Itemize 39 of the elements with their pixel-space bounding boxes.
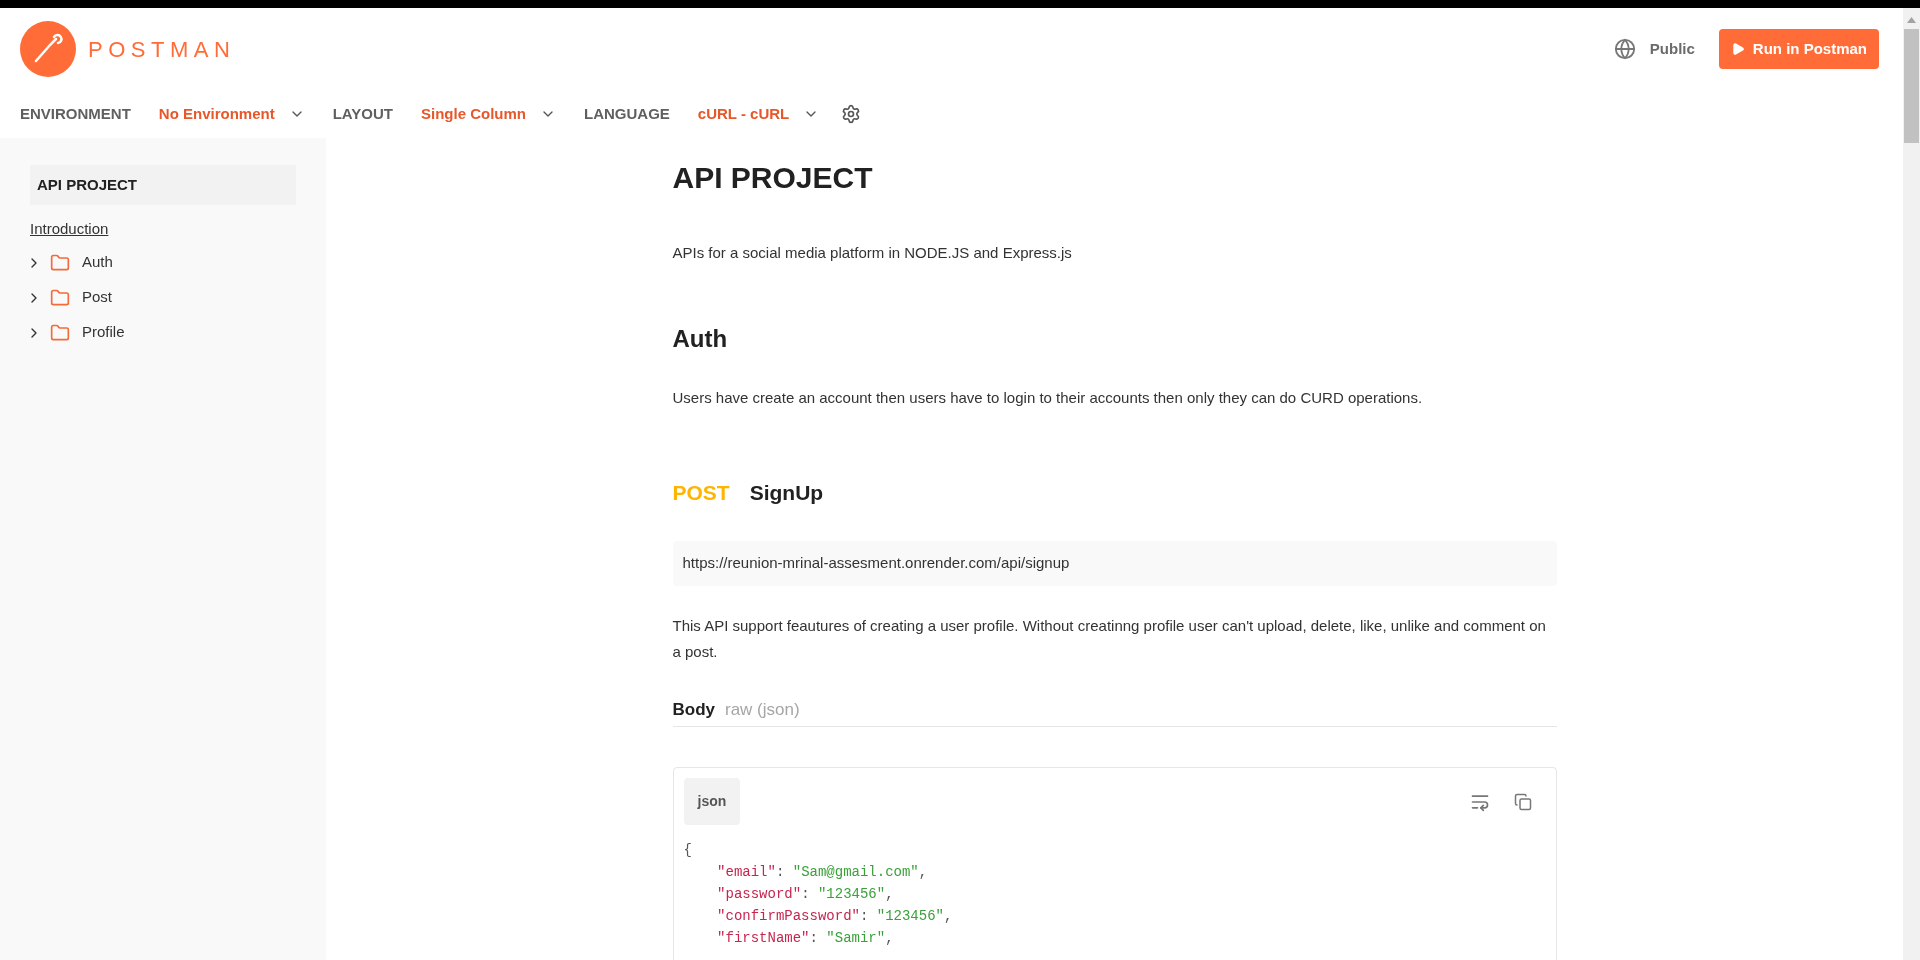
toolbar-label: LANGUAGE [584, 103, 670, 124]
folder-item[interactable]: Profile [26, 320, 296, 345]
folder-item[interactable]: Post [26, 285, 296, 310]
description-text: APIs for a social media platform in NODE.JS and Express.js [672, 243, 1073, 263]
introduction-link[interactable]: Introduction [30, 218, 296, 241]
settings-icon[interactable] [841, 104, 862, 124]
toolbar-label: ENVIRONMENT [20, 103, 131, 124]
request-description: This API support feautures of creating a user profile. Without creatinng profile user can't upload, delete, like, unlike and comment on a post. [672, 615, 1547, 662]
brand-name: POSTMAN [88, 35, 236, 64]
section-description: Users have create an account then users have to login to their accounts then only they can do CURD operations. [672, 387, 1424, 408]
language-badge: json [683, 778, 741, 825]
globe-icon [1613, 38, 1636, 60]
code-line: { [683, 841, 692, 860]
section-title: Auth [672, 323, 729, 354]
play-icon [1730, 42, 1745, 56]
code-line: "firstName": "Samir", [716, 929, 894, 948]
toolbar-dropdown[interactable]: No Environment [158, 102, 305, 126]
visibility-label: Public [1649, 38, 1695, 59]
copy-icon[interactable] [1513, 792, 1532, 811]
page-title: API PROJECT [672, 160, 874, 196]
folder-item[interactable]: Auth [26, 250, 296, 275]
code-line: "email": "Sam@gmail.com", [716, 863, 928, 882]
folder-icon [50, 322, 70, 343]
method-label: POST [672, 480, 730, 506]
toolbar-label: LAYOUT [332, 103, 393, 124]
url-field: https://reunion-mrinal-assesment.onrender.com/api/signup [672, 540, 1557, 586]
project-title: API PROJECT [30, 165, 296, 205]
request-name: SignUp [749, 480, 824, 506]
body-label: Body [672, 698, 715, 721]
scrollbar[interactable] [1903, 8, 1920, 960]
code-line: "confirmPassword": "123456", [716, 907, 953, 926]
body-type: raw (json) [725, 698, 800, 721]
code-line: "password": "123456", [716, 885, 894, 904]
folder-icon [50, 287, 70, 308]
folder-icon [50, 252, 70, 273]
postman-logo-icon [20, 21, 76, 77]
toolbar-dropdown[interactable]: Single Column [421, 102, 556, 126]
toolbar-dropdown[interactable]: cURL - cURL [697, 102, 820, 126]
scrollbar-thumb[interactable] [1904, 29, 1919, 143]
